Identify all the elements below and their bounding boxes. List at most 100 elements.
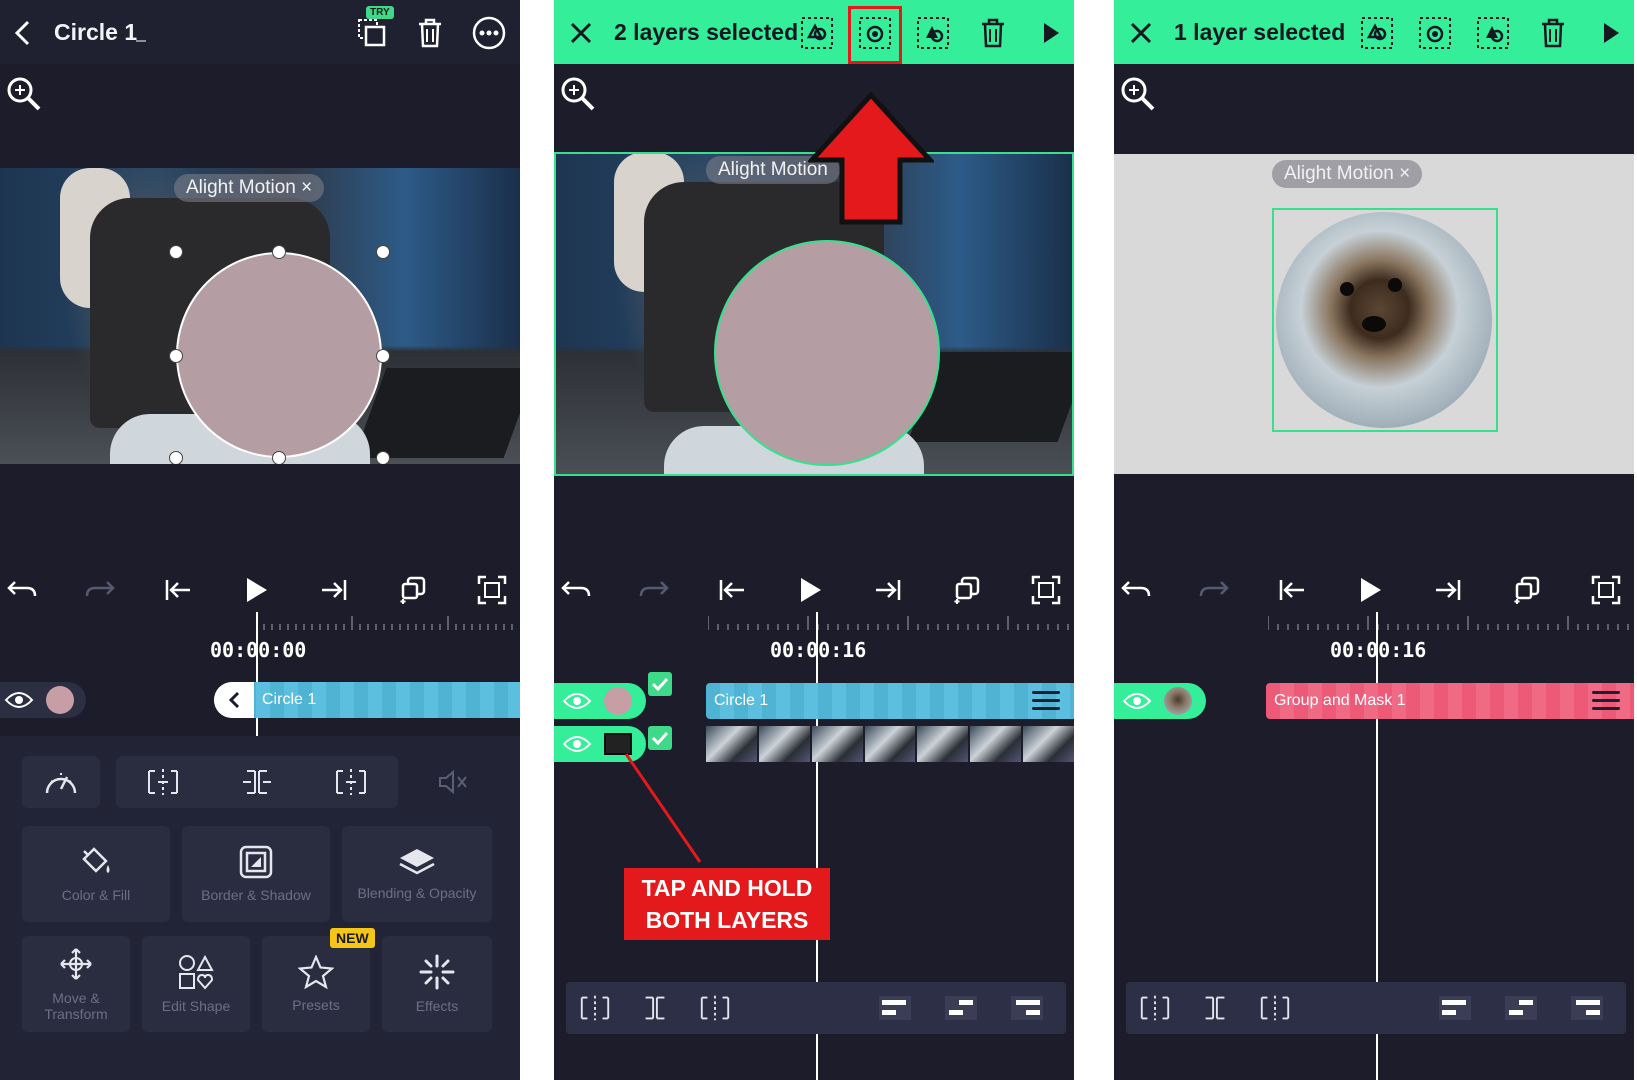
redo-icon[interactable] [82, 572, 118, 608]
layer-bar-group[interactable]: Group and Mask 1 [1266, 683, 1634, 719]
align-left-icon[interactable] [878, 992, 912, 1024]
fullscreen-icon[interactable] [474, 572, 510, 608]
align-left-icon[interactable] [1438, 992, 1472, 1024]
mute-audio-button[interactable] [414, 756, 492, 808]
add-keyframe-icon[interactable] [1510, 572, 1546, 608]
close-icon[interactable] [1122, 14, 1160, 52]
timecode: 00:00:16 [1330, 638, 1427, 662]
edit-shape-button[interactable]: Edit Shape [142, 936, 250, 1032]
align-right-icon[interactable] [1570, 992, 1604, 1024]
new-badge: NEW [330, 928, 375, 948]
align-stagger-icon[interactable] [944, 992, 978, 1024]
resize-handle[interactable] [169, 245, 183, 259]
play-icon[interactable] [1352, 572, 1388, 608]
add-keyframe-icon[interactable] [950, 572, 986, 608]
undo-icon[interactable] [4, 572, 40, 608]
project-title[interactable]: Circle 1 [54, 19, 137, 46]
split-center-icon[interactable] [1198, 992, 1232, 1024]
layer-bar-circle[interactable]: Circle 1 [706, 683, 1074, 719]
timeline-ruler[interactable] [256, 614, 520, 630]
presets-button[interactable]: Presets [262, 936, 370, 1032]
split-right-icon[interactable] [1258, 992, 1292, 1024]
merge-layers-icon[interactable] [914, 14, 952, 52]
redo-icon[interactable] [1196, 572, 1232, 608]
undo-icon[interactable] [558, 572, 594, 608]
resize-handle[interactable] [376, 245, 390, 259]
align-stagger-icon[interactable] [1504, 992, 1538, 1024]
align-toolbar [1126, 982, 1626, 1034]
watermark[interactable]: Alight Motion × [1272, 160, 1423, 188]
skip-to-end-icon[interactable] [1430, 572, 1466, 608]
checkbox-checked-icon[interactable] [648, 672, 672, 696]
resize-handle[interactable] [169, 451, 183, 464]
resize-handle[interactable] [376, 451, 390, 464]
resize-handle[interactable] [169, 349, 183, 363]
timeline-ruler[interactable] [1268, 614, 1634, 630]
undo-icon[interactable] [1118, 572, 1154, 608]
skip-to-start-icon[interactable] [714, 572, 750, 608]
more-options-icon[interactable] [470, 14, 508, 52]
drag-handle-icon[interactable] [1592, 691, 1620, 711]
layer-visibility-pill[interactable] [0, 682, 86, 718]
merge-layers-icon[interactable] [1474, 14, 1512, 52]
group-and-mask-icon[interactable] [1416, 14, 1454, 52]
collapse-chevron-icon[interactable] [214, 682, 254, 718]
skip-to-start-icon[interactable] [160, 572, 196, 608]
blending-opacity-button[interactable]: Blending & Opacity [342, 826, 492, 922]
trash-icon[interactable] [974, 14, 1012, 52]
shapes-icon [179, 954, 214, 990]
checkbox-checked-icon[interactable] [648, 726, 672, 750]
resize-handle[interactable] [376, 349, 390, 363]
skip-to-start-icon[interactable] [1274, 572, 1310, 608]
fullscreen-icon[interactable] [1028, 572, 1064, 608]
layer-visibility-pill[interactable] [1114, 683, 1206, 719]
zoom-magnifier-icon[interactable] [560, 76, 596, 112]
group-layers-icon[interactable] [798, 14, 836, 52]
resize-handle[interactable] [272, 245, 286, 259]
trash-icon[interactable] [411, 14, 449, 52]
effects-button[interactable]: Effects [382, 936, 492, 1032]
canvas-preview[interactable]: Alight Motion × [1114, 154, 1634, 474]
back-icon[interactable] [4, 14, 42, 52]
zoom-magnifier-icon[interactable] [1120, 76, 1156, 112]
play-icon[interactable] [792, 572, 828, 608]
skip-to-end-icon[interactable] [316, 572, 352, 608]
layers-stack-icon [399, 849, 435, 875]
border-shadow-button[interactable]: Border & Shadow [182, 826, 330, 922]
circle-shape[interactable] [176, 252, 382, 458]
play-icon[interactable] [238, 572, 274, 608]
split-right-icon[interactable] [698, 992, 732, 1024]
resize-handle[interactable] [272, 451, 286, 464]
color-fill-button[interactable]: Color & Fill [22, 826, 170, 922]
play-icon[interactable] [1032, 14, 1070, 52]
star-icon [298, 955, 334, 989]
split-center-icon[interactable] [638, 992, 672, 1024]
trash-icon[interactable] [1534, 14, 1572, 52]
video-layer-filmstrip[interactable] [706, 726, 1074, 762]
speed-gauge-button[interactable] [22, 756, 100, 808]
layer-visibility-pill[interactable] [554, 683, 646, 719]
move-transform-button[interactable]: Move & Transform [22, 936, 130, 1032]
paint-bucket-icon [82, 847, 110, 873]
top-bar: Circle 1 TRY [0, 0, 520, 64]
split-left-icon[interactable] [578, 992, 612, 1024]
border-frame-icon [239, 845, 273, 879]
selection-count: 2 layers selected [614, 19, 799, 45]
layer-bar-circle[interactable]: Circle 1 [214, 682, 520, 718]
video-preview[interactable]: Alight Motion × [0, 168, 520, 464]
zoom-magnifier-icon[interactable] [6, 76, 42, 112]
fullscreen-icon[interactable] [1588, 572, 1624, 608]
instruction-callout: TAP AND HOLD BOTH LAYERS [624, 868, 830, 940]
align-right-icon[interactable] [1010, 992, 1044, 1024]
duplicate-icon[interactable] [353, 14, 391, 52]
group-layers-icon[interactable] [1358, 14, 1396, 52]
split-left-icon[interactable] [1138, 992, 1172, 1024]
watermark[interactable]: Alight Motion × [174, 174, 325, 202]
play-icon[interactable] [1592, 14, 1630, 52]
timeline-ruler[interactable] [708, 614, 1074, 630]
add-keyframe-icon[interactable] [396, 572, 432, 608]
skip-to-end-icon[interactable] [870, 572, 906, 608]
redo-icon[interactable] [636, 572, 672, 608]
close-icon[interactable] [562, 14, 600, 52]
drag-handle-icon[interactable] [1032, 691, 1060, 711]
